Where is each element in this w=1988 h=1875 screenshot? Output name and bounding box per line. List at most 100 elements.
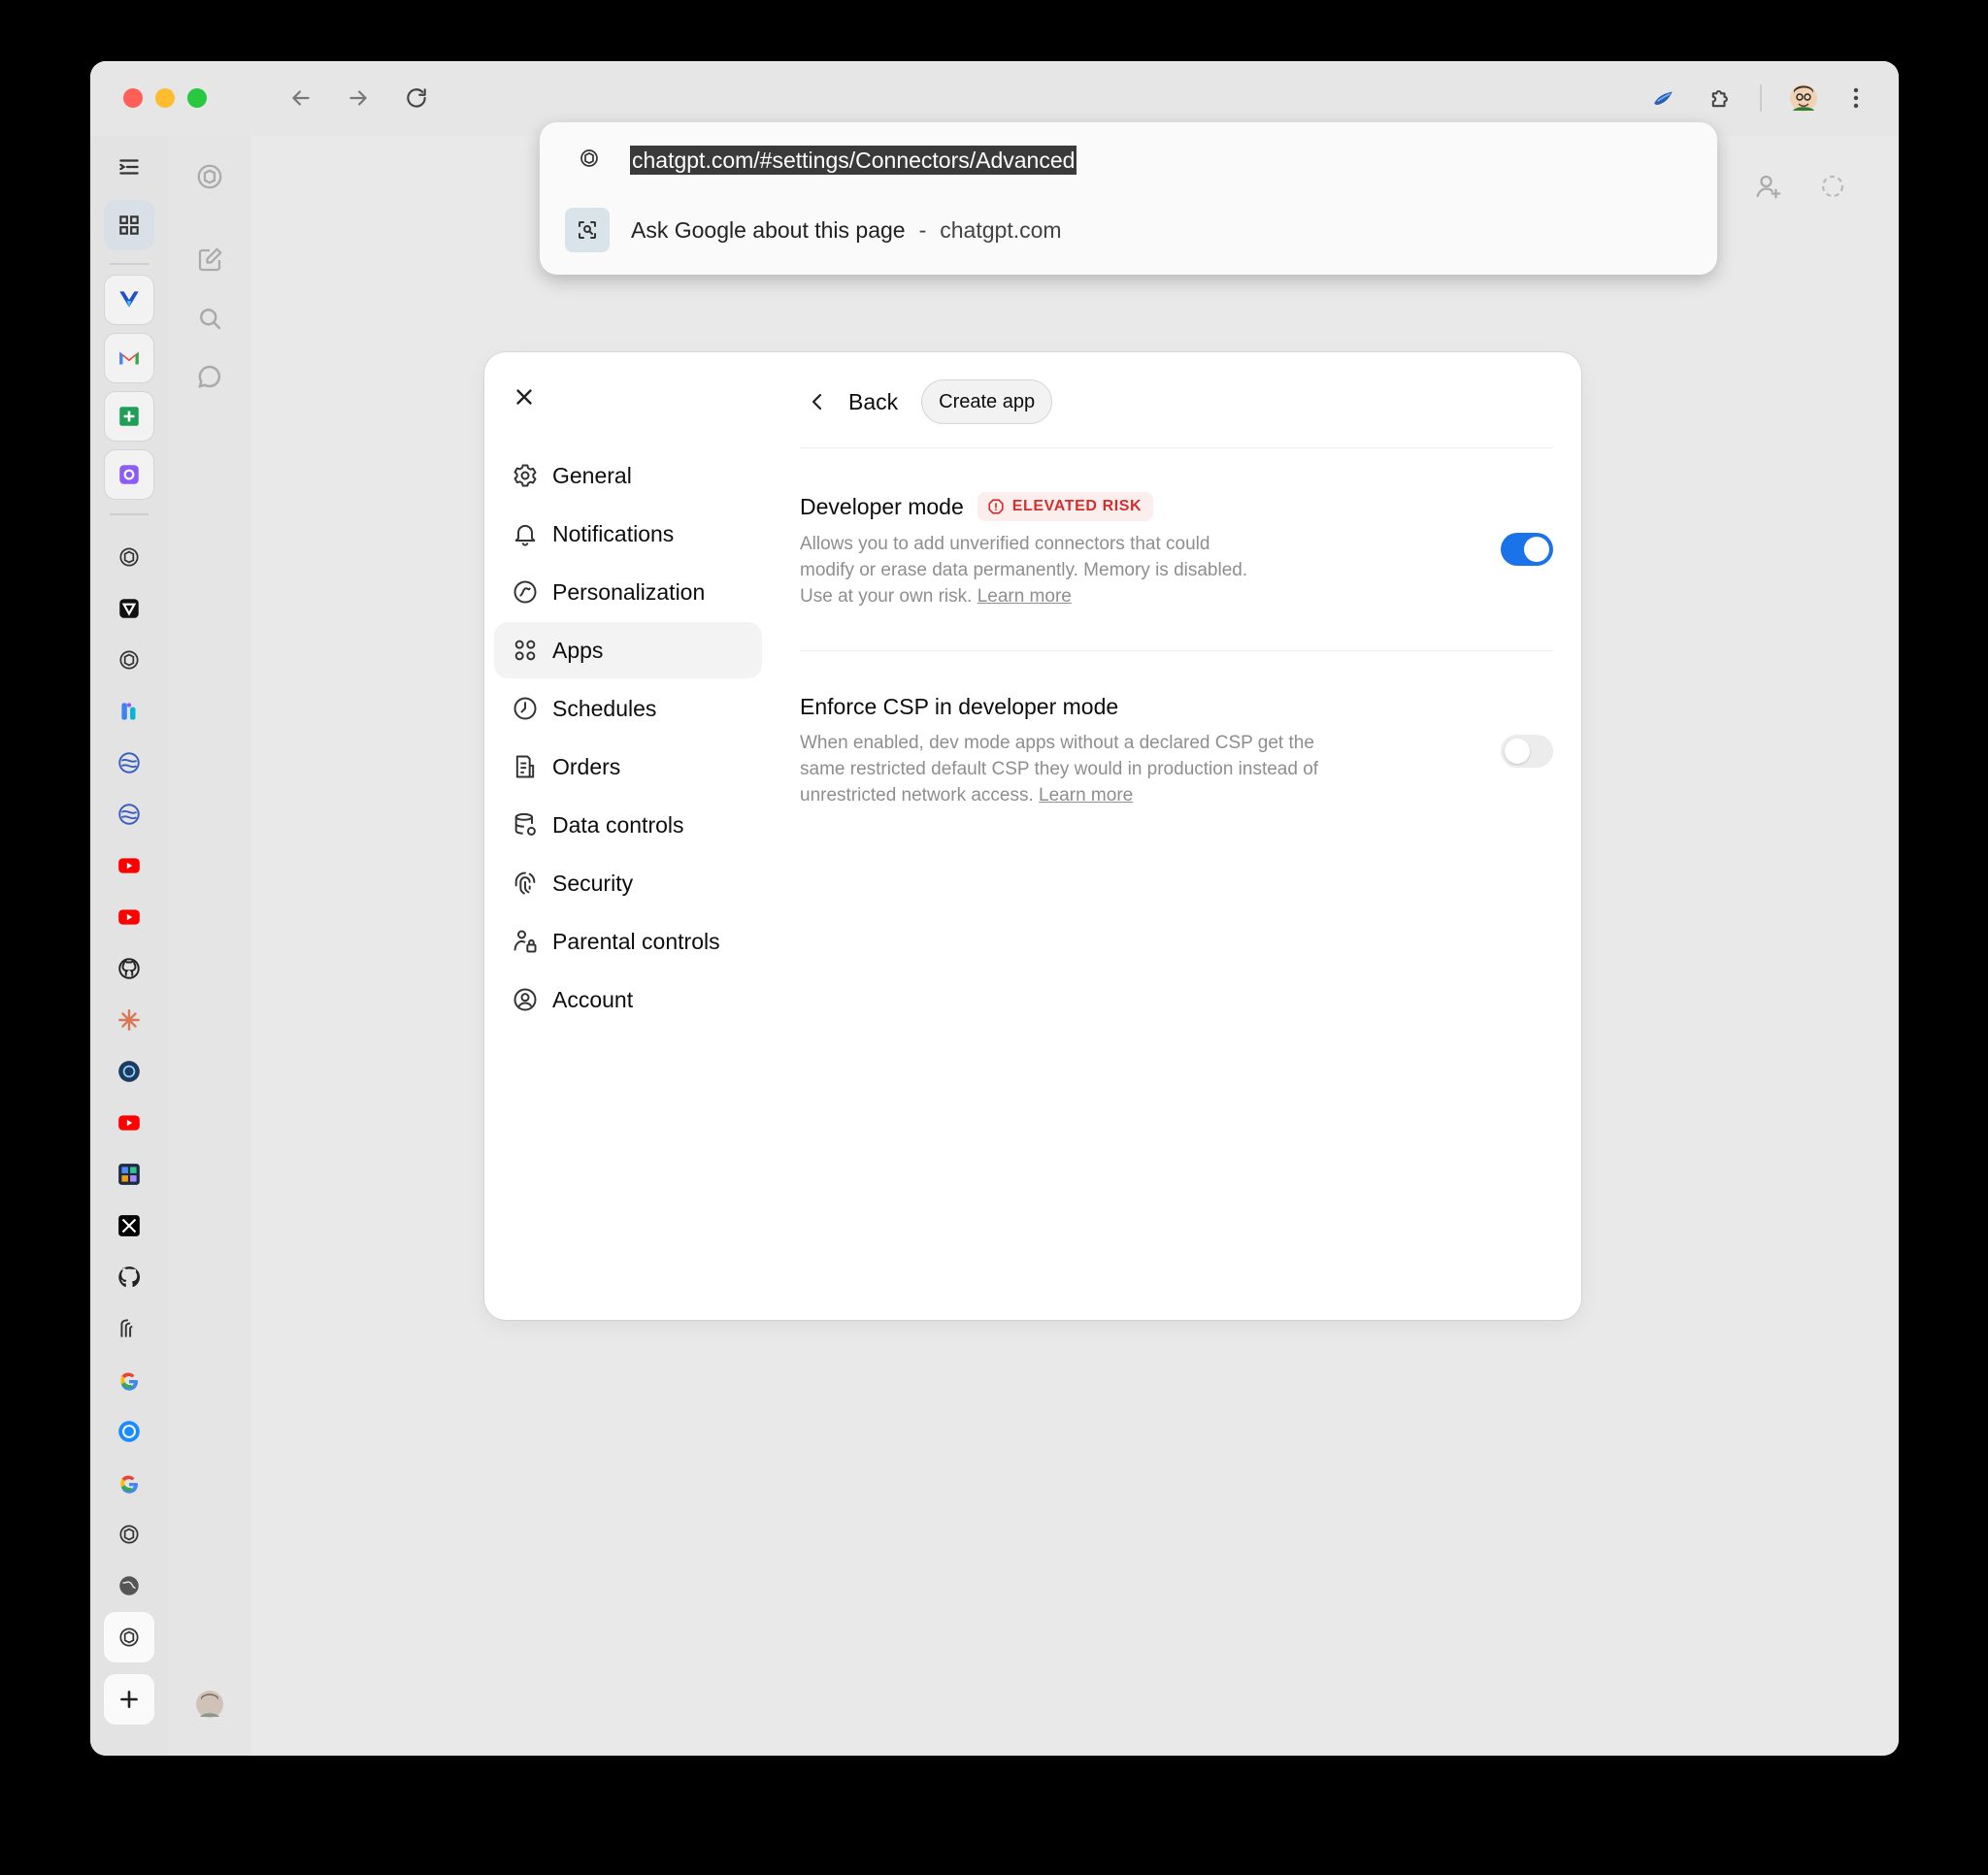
clock-icon bbox=[514, 697, 537, 720]
globe-app-tab-icon[interactable] bbox=[104, 738, 154, 788]
globe-tab-icon[interactable] bbox=[104, 1561, 154, 1611]
enforce-csp-title: Enforce CSP in developer mode bbox=[800, 694, 1119, 719]
x-twitter-tab-icon[interactable] bbox=[104, 1201, 154, 1251]
nav-item-label: Notifications bbox=[552, 520, 675, 546]
nav-item-data-controls[interactable]: Data controls bbox=[494, 797, 762, 853]
nav-item-label: Parental controls bbox=[552, 928, 720, 954]
nav-item-orders[interactable]: Orders bbox=[494, 739, 762, 795]
nav-item-account[interactable]: Account bbox=[494, 971, 762, 1028]
badge-label: ELEVATED RISK bbox=[1011, 498, 1143, 514]
reload-icon[interactable] bbox=[397, 79, 436, 117]
nav-item-personalization[interactable]: Personalization bbox=[494, 564, 762, 620]
content-header: Back Create app bbox=[800, 378, 1557, 426]
chatgpt-tab-icon[interactable] bbox=[104, 635, 154, 685]
sheets-tab-icon[interactable] bbox=[104, 391, 154, 442]
chatgpt-active-tab-icon[interactable] bbox=[104, 1612, 154, 1662]
apps-grid-icon bbox=[514, 640, 536, 661]
gear-icon bbox=[514, 464, 537, 487]
chatgpt-tab-icon[interactable] bbox=[104, 532, 154, 582]
close-window-button[interactable] bbox=[123, 88, 143, 108]
back-button[interactable]: Back bbox=[800, 389, 906, 415]
youtube-tab-icon[interactable] bbox=[104, 840, 154, 891]
youtube-tab-icon[interactable] bbox=[104, 892, 154, 942]
chat-bubble-icon[interactable] bbox=[188, 355, 231, 398]
new-tab-plus-icon[interactable] bbox=[104, 1674, 154, 1725]
temporary-chat-icon[interactable] bbox=[1811, 165, 1854, 208]
grid-app-tab-icon[interactable] bbox=[104, 1149, 154, 1200]
search-icon[interactable] bbox=[188, 297, 231, 340]
nav-item-label: Apps bbox=[552, 637, 604, 663]
vertical-tab-strip bbox=[90, 136, 168, 1756]
chatgpt-favicon-icon bbox=[575, 144, 604, 173]
database-icon bbox=[514, 812, 536, 836]
address-bar-input[interactable]: chatgpt.com/#settings/Connectors/Advance… bbox=[630, 146, 1077, 175]
create-app-button[interactable]: Create app bbox=[921, 379, 1053, 424]
google-tab-icon[interactable] bbox=[104, 1355, 154, 1405]
browser-window: General Notifications Personalization Ap… bbox=[90, 61, 1899, 1756]
nav-item-label: Security bbox=[552, 870, 634, 896]
developer-mode-toggle[interactable] bbox=[1501, 533, 1553, 566]
claude-tab-icon[interactable] bbox=[104, 995, 154, 1045]
nav-item-security[interactable]: Security bbox=[494, 855, 762, 911]
add-person-icon[interactable] bbox=[1747, 165, 1790, 208]
chatgpt-sidebar bbox=[168, 136, 251, 1756]
toggle-knob bbox=[1524, 537, 1549, 562]
chatgpt-tab-icon[interactable] bbox=[104, 1509, 154, 1560]
browser-menu-icon[interactable] bbox=[1841, 77, 1871, 119]
learn-more-link[interactable]: Learn more bbox=[977, 586, 1072, 607]
profile-avatar[interactable] bbox=[1782, 77, 1825, 119]
suggestion-separator: - bbox=[918, 216, 927, 243]
gmail-tab-icon[interactable] bbox=[104, 333, 154, 383]
tab-groups-icon[interactable] bbox=[104, 200, 154, 250]
google-tab-icon[interactable] bbox=[104, 1458, 154, 1508]
divider bbox=[800, 447, 1553, 448]
maximize-window-button[interactable] bbox=[187, 88, 207, 108]
puzzle-extensions-icon[interactable] bbox=[1700, 77, 1742, 119]
nav-item-parental-controls[interactable]: Parental controls bbox=[494, 913, 762, 970]
toolbar-divider bbox=[1760, 84, 1762, 112]
dark-globe-tab-icon[interactable] bbox=[104, 1046, 154, 1097]
warning-icon bbox=[988, 499, 1004, 514]
elevated-risk-badge: ELEVATED RISK bbox=[977, 492, 1154, 521]
nav-item-label: General bbox=[552, 462, 632, 488]
account-icon bbox=[514, 988, 537, 1011]
globe-app-tab-icon[interactable] bbox=[104, 789, 154, 839]
ask-google-suggestion[interactable]: Ask Google about this page - chatgpt.com bbox=[565, 206, 1691, 254]
minimize-window-button[interactable] bbox=[155, 88, 175, 108]
personalization-icon bbox=[514, 580, 537, 604]
nav-item-notifications[interactable]: Notifications bbox=[494, 506, 762, 562]
extension-icon[interactable] bbox=[1642, 77, 1685, 119]
youtube-tab-icon[interactable] bbox=[104, 1098, 154, 1148]
new-chat-icon[interactable] bbox=[188, 239, 231, 281]
nav-item-schedules[interactable]: Schedules bbox=[494, 680, 762, 737]
enforce-csp-toggle[interactable] bbox=[1501, 735, 1553, 768]
back-arrow-icon[interactable] bbox=[282, 79, 320, 117]
user-avatar[interactable] bbox=[188, 1683, 231, 1726]
google-lens-icon bbox=[565, 208, 610, 252]
purple-app-tab-icon[interactable] bbox=[104, 449, 154, 500]
openai-logo-icon[interactable] bbox=[188, 155, 231, 198]
github-tab-icon[interactable] bbox=[104, 1252, 154, 1302]
github-tab-icon[interactable] bbox=[104, 943, 154, 994]
settings-modal: General Notifications Personalization Ap… bbox=[484, 352, 1581, 1320]
close-icon[interactable] bbox=[512, 381, 537, 412]
forward-arrow-icon[interactable] bbox=[339, 79, 378, 117]
stripes-app-tab-icon[interactable] bbox=[104, 1303, 154, 1354]
nav-item-label: Schedules bbox=[552, 695, 657, 721]
y-app-tab-icon[interactable] bbox=[104, 275, 154, 325]
settings-nav: General Notifications Personalization Ap… bbox=[494, 447, 762, 1030]
divider bbox=[800, 650, 1553, 651]
gradient-app-tab-icon[interactable] bbox=[104, 686, 154, 737]
suggestion-text: Ask Google about this page bbox=[631, 216, 906, 243]
enforce-csp-description: When enabled, dev mode apps without a de… bbox=[800, 733, 1319, 806]
nav-item-general[interactable]: General bbox=[494, 447, 762, 504]
toggle-knob bbox=[1505, 739, 1530, 764]
learn-more-link[interactable]: Learn more bbox=[1039, 785, 1133, 806]
security-icon bbox=[514, 872, 536, 895]
chatgpt-blue-tab-icon[interactable] bbox=[104, 1406, 154, 1457]
developer-mode-setting: Developer mode ELEVATED RISK Allows you … bbox=[800, 492, 1553, 609]
cursor-tab-icon[interactable] bbox=[104, 583, 154, 634]
sidebar-toggle-icon[interactable] bbox=[104, 142, 154, 192]
developer-mode-description: Allows you to add unverified connectors … bbox=[800, 534, 1248, 607]
nav-item-apps[interactable]: Apps bbox=[494, 622, 762, 678]
